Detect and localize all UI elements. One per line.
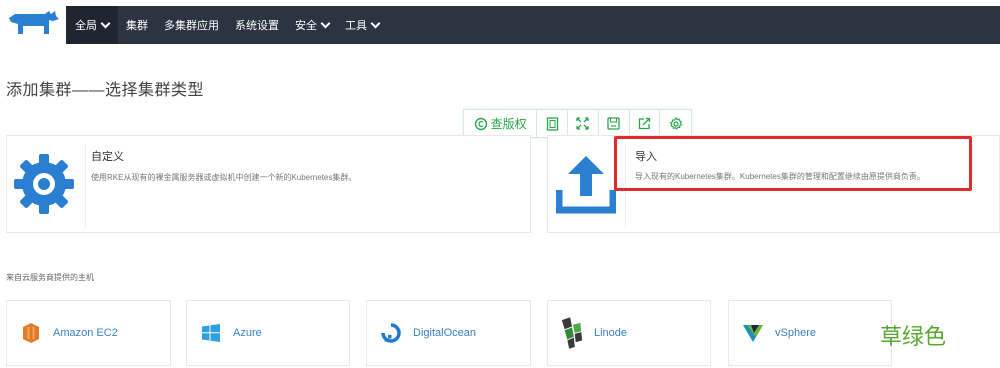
card-divider — [625, 144, 626, 228]
settings-icon — [669, 116, 683, 130]
chevron-down-icon — [100, 18, 111, 28]
nav-item-security[interactable]: 安全 — [287, 6, 337, 44]
card-divider — [85, 144, 86, 228]
nav-item-label: 集群 — [126, 20, 148, 32]
card-description: 使用RKE从现有的裸金属服务器或虚拟机中创建一个新的Kubernetes集群。 — [91, 173, 357, 182]
copyright-icon — [474, 117, 487, 130]
digitalocean-icon — [379, 321, 403, 345]
watermark-text: 草绿色 — [880, 325, 947, 350]
provider-amazon-ec2[interactable]: Amazon EC2 — [6, 300, 171, 366]
nav-item-global[interactable]: 全局 — [66, 6, 118, 44]
chevron-down-icon — [320, 18, 331, 28]
vsphere-icon — [741, 321, 765, 345]
page-icon — [546, 116, 558, 131]
linode-icon — [560, 317, 584, 349]
copyright-check-button[interactable]: 查版权 — [464, 110, 538, 137]
chevron-down-icon — [370, 18, 381, 28]
card-description: 导入现有的Kubernetes集群。Kubernetes集群的管理和配置继续由原… — [635, 172, 925, 181]
settings-button[interactable] — [660, 110, 691, 137]
upload-icon — [556, 156, 616, 214]
provider-vsphere[interactable]: vSphere — [728, 300, 892, 366]
nav-item-label: 工具 — [345, 20, 367, 32]
fullscreen-button[interactable] — [568, 110, 599, 137]
nav-item-label: 安全 — [295, 20, 317, 32]
provider-label: Amazon EC2 — [53, 327, 118, 339]
import-cluster-card[interactable]: 导入 导入现有的Kubernetes集群。Kubernetes集群的管理和配置继… — [547, 135, 1000, 233]
provider-azure[interactable]: Azure — [186, 300, 350, 366]
provider-label: vSphere — [775, 327, 816, 339]
top-bar: 全局 集群 多集群应用 系统设置 安全 工具 — [0, 0, 1000, 46]
main-nav: 全局 集群 多集群应用 系统设置 安全 工具 — [66, 6, 1000, 44]
nav-item-label: 多集群应用 — [164, 20, 219, 32]
custom-cluster-card[interactable]: 自定义 使用RKE从现有的裸金属服务器或虚拟机中创建一个新的Kubernetes… — [6, 135, 531, 233]
nav-item-label: 全局 — [75, 20, 97, 32]
page-button[interactable] — [537, 110, 569, 137]
copyright-label: 查版权 — [490, 117, 527, 131]
card-title: 导入 — [635, 151, 657, 163]
gear-icon — [14, 154, 74, 214]
nav-item-multi-cluster-apps[interactable]: 多集群应用 — [156, 6, 227, 44]
nav-item-tools[interactable]: 工具 — [337, 6, 387, 44]
save-icon — [607, 117, 620, 130]
share-icon — [638, 117, 651, 130]
provider-digitalocean[interactable]: DigitalOcean — [366, 300, 531, 366]
save-button[interactable] — [599, 110, 630, 137]
provider-label: DigitalOcean — [413, 327, 476, 339]
azure-icon — [199, 321, 223, 345]
page-title: 添加集群——选择集群类型 — [6, 82, 205, 99]
nav-item-settings[interactable]: 系统设置 — [227, 6, 287, 44]
fullscreen-icon — [576, 117, 590, 130]
floating-toolbar: 查版权 — [463, 109, 692, 138]
section-label: 来自云服务商提供的主机 — [6, 273, 94, 282]
share-button[interactable] — [630, 110, 661, 137]
card-title: 自定义 — [91, 151, 124, 163]
provider-label: Azure — [233, 327, 262, 339]
nav-item-label: 系统设置 — [235, 20, 279, 32]
nav-item-clusters[interactable]: 集群 — [118, 6, 156, 44]
rancher-logo-icon[interactable] — [5, 8, 61, 38]
provider-label: Linode — [594, 327, 628, 339]
provider-linode[interactable]: Linode — [547, 300, 711, 366]
amazon-ec2-icon — [19, 321, 43, 345]
